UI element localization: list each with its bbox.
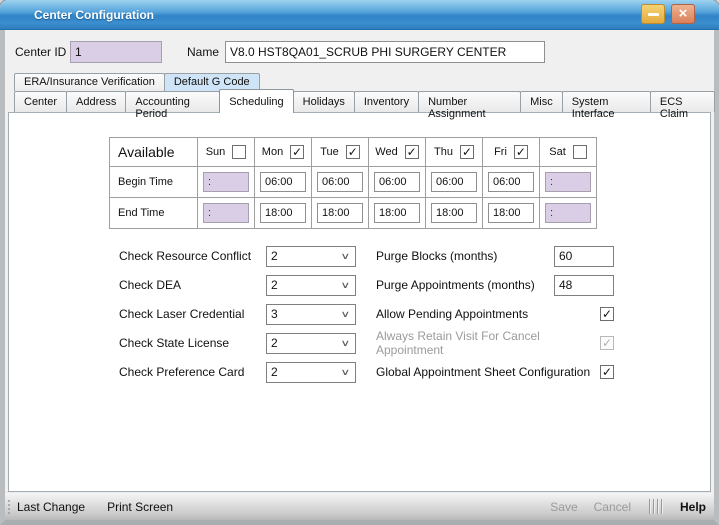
check-settings-column: Check Resource Conflict2∨Check DEA2∨Chec… xyxy=(119,245,356,390)
chevron-down-icon: ∨ xyxy=(341,338,351,349)
chevron-down-icon: ∨ xyxy=(341,251,351,262)
begin-time-field-mon[interactable]: 06:00 xyxy=(260,172,306,192)
availability-table: Available Sun Mon ✓ Tue ✓ Wed ✓ Thu ✓ Fri ✓ Sat Begin… xyxy=(109,137,597,229)
allow-pending-appointments-checkbox[interactable]: ✓ xyxy=(600,307,614,321)
day-header-fri: Fri ✓ xyxy=(483,138,540,167)
center-id-label: Center ID xyxy=(15,45,66,59)
end-time-label: End Time xyxy=(110,198,198,229)
global-appointment-sheet-configuration-checkbox[interactable]: ✓ xyxy=(600,365,614,379)
check-laser-credential-label: Check Laser Credential xyxy=(119,307,266,321)
tab-center[interactable]: Center xyxy=(14,91,67,112)
day-label-wed: Wed xyxy=(375,146,397,158)
tab-number-assignment[interactable]: Number Assignment xyxy=(418,91,521,112)
day-header-thu: Thu ✓ xyxy=(426,138,483,167)
day-label-thu: Thu xyxy=(434,146,453,158)
day-checkbox-tue[interactable]: ✓ xyxy=(346,145,360,159)
day-checkbox-wed[interactable]: ✓ xyxy=(405,145,419,159)
tab-inventory[interactable]: Inventory xyxy=(354,91,419,112)
availability-header-label: Available xyxy=(110,138,198,167)
close-icon: × xyxy=(679,6,688,21)
cancel-button[interactable]: Cancel xyxy=(594,500,631,514)
always-retain-visit-for-cancel-appointment-label: Always Retain Visit For Cancel Appointme… xyxy=(376,329,600,357)
begin-time-field-sun: : xyxy=(203,172,249,192)
end-time-field-thu[interactable]: 18:00 xyxy=(431,203,477,223)
begin-time-field-fri[interactable]: 06:00 xyxy=(488,172,534,192)
last-change-button[interactable]: Last Change xyxy=(17,500,85,514)
check-dea-label: Check DEA xyxy=(119,278,266,292)
print-screen-button[interactable]: Print Screen xyxy=(107,500,173,514)
check-resource-conflict-label: Check Resource Conflict xyxy=(119,249,266,263)
purge-blocks-months-field[interactable]: 60 xyxy=(554,246,614,267)
end-time-field-wed[interactable]: 18:00 xyxy=(374,203,420,223)
begin-time-field-tue[interactable]: 06:00 xyxy=(317,172,363,192)
day-header-mon: Mon ✓ xyxy=(255,138,312,167)
check-laser-credential-dropdown[interactable]: 3∨ xyxy=(266,304,356,325)
check-preference-card-dropdown[interactable]: 2∨ xyxy=(266,362,356,383)
window-body: Center ID 1 Name V8.0 HST8QA01_SCRUB PHI… xyxy=(0,30,719,525)
purge-settings-column: Purge Blocks (months)60Purge Appointment… xyxy=(376,245,614,390)
day-header-sun: Sun xyxy=(198,138,255,167)
purge-blocks-months-label: Purge Blocks (months) xyxy=(376,249,554,263)
center-configuration-window: Center Configuration × Center ID 1 Name … xyxy=(0,0,719,525)
chevron-down-icon: ∨ xyxy=(341,280,351,291)
close-button[interactable]: × xyxy=(671,4,695,24)
tab-ecs-claim[interactable]: ECS Claim xyxy=(650,91,715,112)
day-label-mon: Mon xyxy=(262,146,283,158)
minimize-icon xyxy=(648,13,659,16)
name-field[interactable]: V8.0 HST8QA01_SCRUB PHI SURGERY CENTER xyxy=(225,41,545,63)
tab-system-interface[interactable]: System Interface xyxy=(562,91,651,112)
save-button[interactable]: Save xyxy=(550,500,577,514)
day-label-fri: Fri xyxy=(494,146,507,158)
center-id-field: 1 xyxy=(70,41,162,63)
allow-pending-appointments-label: Allow Pending Appointments xyxy=(376,307,600,321)
day-label-sun: Sun xyxy=(206,146,226,158)
chevron-down-icon: ∨ xyxy=(341,309,351,320)
tab-misc[interactable]: Misc xyxy=(520,91,563,112)
day-checkbox-fri[interactable]: ✓ xyxy=(514,145,528,159)
end-time-field-mon[interactable]: 18:00 xyxy=(260,203,306,223)
day-header-tue: Tue ✓ xyxy=(312,138,369,167)
chevron-down-icon: ∨ xyxy=(341,367,351,378)
tab-holidays[interactable]: Holidays xyxy=(293,91,355,112)
minimize-button[interactable] xyxy=(641,4,665,24)
end-time-field-sun: : xyxy=(203,203,249,223)
check-preference-card-label: Check Preference Card xyxy=(119,365,266,379)
window-title: Center Configuration xyxy=(34,8,154,22)
tab-strip-main: CenterAddressAccounting PeriodScheduling… xyxy=(14,91,714,113)
day-checkbox-sat[interactable] xyxy=(573,145,587,159)
begin-time-field-sat: : xyxy=(545,172,591,192)
always-retain-visit-for-cancel-appointment-checkbox: ✓ xyxy=(600,336,614,350)
global-appointment-sheet-configuration-label: Global Appointment Sheet Configuration xyxy=(376,365,600,379)
begin-time-field-wed[interactable]: 06:00 xyxy=(374,172,420,192)
end-time-field-sat: : xyxy=(545,203,591,223)
day-label-sat: Sat xyxy=(549,146,566,158)
day-checkbox-mon[interactable]: ✓ xyxy=(290,145,304,159)
tab-address[interactable]: Address xyxy=(66,91,126,112)
tab-era-insurance-verification[interactable]: ERA/Insurance Verification xyxy=(14,73,165,91)
end-time-field-tue[interactable]: 18:00 xyxy=(317,203,363,223)
check-dea-dropdown[interactable]: 2∨ xyxy=(266,275,356,296)
scheduling-tab-panel: Available Sun Mon ✓ Tue ✓ Wed ✓ Thu ✓ Fri ✓ Sat Begin… xyxy=(8,112,711,492)
day-label-tue: Tue xyxy=(320,146,339,158)
purge-appointments-months-label: Purge Appointments (months) xyxy=(376,278,554,292)
name-label: Name xyxy=(187,45,219,59)
help-button[interactable]: Help xyxy=(680,500,706,514)
check-resource-conflict-dropdown[interactable]: 2∨ xyxy=(266,246,356,267)
statusbar-grip xyxy=(5,493,13,520)
toolbar-separator-grip xyxy=(649,499,662,514)
tab-scheduling[interactable]: Scheduling xyxy=(219,89,293,113)
day-checkbox-thu[interactable]: ✓ xyxy=(460,145,474,159)
tab-accounting-period[interactable]: Accounting Period xyxy=(125,91,220,112)
day-header-sat: Sat xyxy=(540,138,597,167)
day-checkbox-sun[interactable] xyxy=(232,145,246,159)
purge-appointments-months-field[interactable]: 48 xyxy=(554,275,614,296)
end-time-field-fri[interactable]: 18:00 xyxy=(488,203,534,223)
begin-time-field-thu[interactable]: 06:00 xyxy=(431,172,477,192)
titlebar: Center Configuration × xyxy=(0,0,719,30)
day-header-wed: Wed ✓ xyxy=(369,138,426,167)
begin-time-label: Begin Time xyxy=(110,167,198,198)
check-state-license-label: Check State License xyxy=(119,336,266,350)
status-bar: Last Change Print Screen Save Cancel Help xyxy=(5,492,714,520)
check-state-license-dropdown[interactable]: 2∨ xyxy=(266,333,356,354)
